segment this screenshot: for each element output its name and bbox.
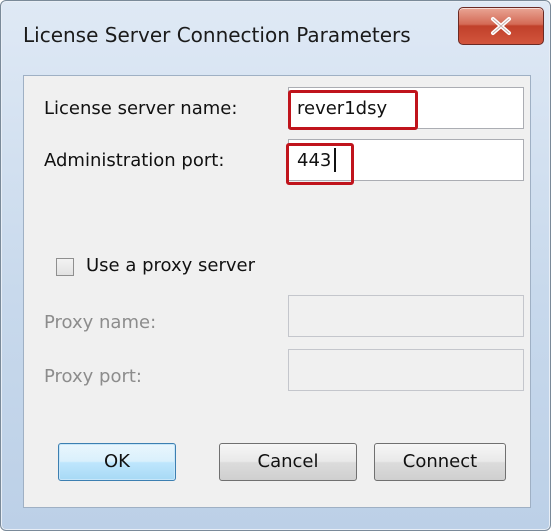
cancel-button[interactable]: Cancel <box>219 443 357 481</box>
close-button[interactable] <box>458 7 544 45</box>
dialog-window: License Server Connection Parameters Lic… <box>0 0 551 531</box>
title-bar[interactable]: License Server Connection Parameters <box>1 1 550 75</box>
admin-port-label: Administration port: <box>44 150 225 171</box>
window-title: License Server Connection Parameters <box>23 23 411 47</box>
connect-button[interactable]: Connect <box>374 443 506 481</box>
use-proxy-label: Use a proxy server <box>86 255 255 276</box>
dialog-body: License server name: Administration port… <box>23 75 531 508</box>
server-name-input[interactable] <box>288 87 524 129</box>
proxy-name-input[interactable] <box>288 295 524 337</box>
use-proxy-checkbox[interactable] <box>56 258 74 276</box>
proxy-port-label: Proxy port: <box>44 366 142 387</box>
admin-port-input[interactable] <box>288 139 524 181</box>
text-caret <box>334 148 336 172</box>
ok-button[interactable]: OK <box>58 443 176 481</box>
proxy-name-label: Proxy name: <box>44 312 157 333</box>
proxy-port-input[interactable] <box>288 349 524 391</box>
server-name-label: License server name: <box>44 98 238 119</box>
close-icon <box>491 17 511 35</box>
